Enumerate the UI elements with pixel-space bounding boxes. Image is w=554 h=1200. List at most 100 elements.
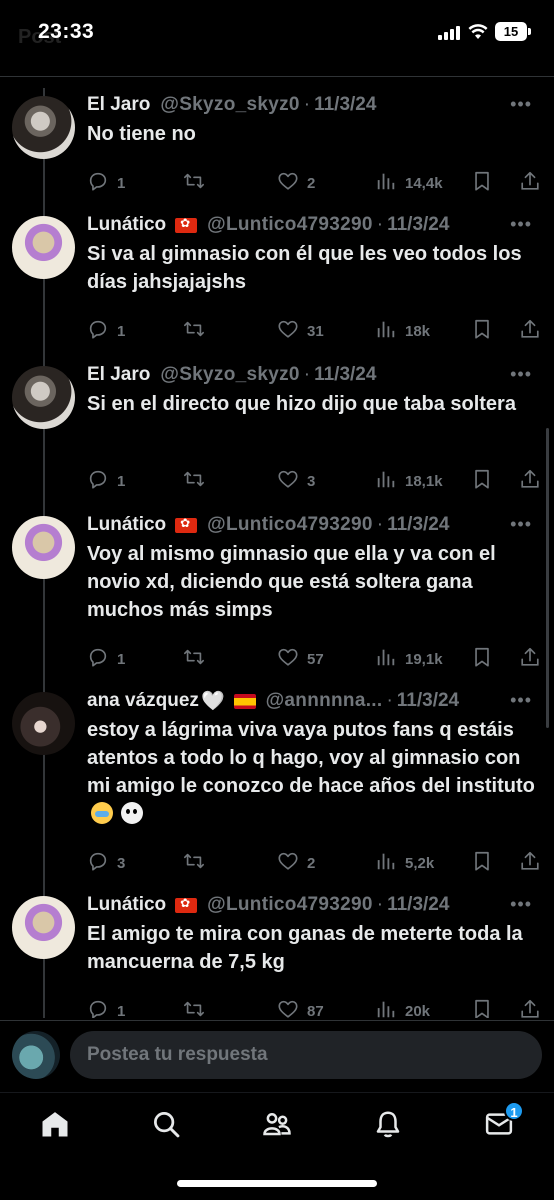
share-icon [519,318,549,344]
display-name[interactable]: Lunático [87,514,166,536]
more-options-icon[interactable]: ••• [510,214,532,235]
tweet[interactable]: El Jaro @Skyzo_skyz0 · 11/3/24 ••• Si en… [0,358,554,490]
nav-search[interactable] [149,1107,183,1141]
more-options-icon[interactable]: ••• [510,894,532,915]
user-handle[interactable]: @annnnna... [266,690,383,712]
user-handle[interactable]: @Luntico4793290 [207,514,373,536]
bookmark-button[interactable] [471,646,501,672]
reply-input[interactable] [70,1031,542,1079]
own-avatar[interactable] [12,1031,60,1079]
tweet-date[interactable]: 11/3/24 [387,514,449,536]
avatar[interactable] [12,692,75,755]
repost-button[interactable] [183,998,213,1018]
reply-button[interactable]: 1 [87,318,125,344]
avatar-image [12,216,75,279]
display-name[interactable]: El Jaro [87,364,150,386]
tweet-date[interactable]: 11/3/24 [314,364,376,386]
tweet-date[interactable]: 11/3/24 [314,94,376,116]
more-options-icon[interactable]: ••• [510,690,532,711]
reply-button[interactable]: 1 [87,170,125,196]
like-button[interactable]: 2 [277,170,315,196]
nav-communities[interactable] [260,1107,294,1141]
repost-button[interactable] [183,850,213,876]
reply-icon [87,850,117,876]
nav-home[interactable] [38,1107,72,1141]
bookmark-button[interactable] [471,170,501,196]
tweet-date[interactable]: 11/3/24 [387,894,449,916]
nav-notifications[interactable] [371,1107,405,1141]
tweet[interactable]: El Jaro @Skyzo_skyz0 · 11/3/24 ••• No ti… [0,88,554,192]
avatar-image [12,366,75,429]
tweet-text: El amigo te mira con ganas de meterte to… [87,920,537,976]
bookmark-button[interactable] [471,318,501,344]
bookmark-button[interactable] [471,998,501,1018]
tweet[interactable]: Lunático @Luntico4793290 · 11/3/24 ••• V… [0,508,554,668]
user-handle[interactable]: @Luntico4793290 [207,894,373,916]
repost-icon [183,850,213,876]
views-button[interactable]: 19,1k [375,646,443,672]
share-button[interactable] [519,850,549,876]
views-button[interactable]: 20k [375,998,430,1018]
tweet-date[interactable]: 11/3/24 [387,214,449,236]
user-handle[interactable]: @Skyzo_skyz0 [160,364,299,386]
views-button[interactable]: 14,4k [375,170,443,196]
share-button[interactable] [519,468,549,494]
like-button[interactable]: 3 [277,468,315,494]
country-flag-icon [175,516,198,533]
views-button[interactable]: 18,1k [375,468,443,494]
like-button[interactable]: 31 [277,318,324,344]
display-name[interactable]: Lunático [87,214,166,236]
tweet[interactable]: Lunático @Luntico4793290 · 11/3/24 ••• E… [0,888,554,1018]
tweet[interactable]: ana vázquez 🤍 @annnnna... · 11/3/24 ••• e… [0,684,554,872]
tweet-actions: 1 31 18k [87,318,542,344]
reply-button[interactable]: 1 [87,468,125,494]
display-name[interactable]: El Jaro [87,94,150,116]
share-button[interactable] [519,646,549,672]
repost-button[interactable] [183,468,213,494]
display-name[interactable]: ana vázquez [87,690,199,712]
views-icon [375,646,405,672]
avatar-image [12,516,75,579]
more-options-icon[interactable]: ••• [510,94,532,115]
bookmark-icon [471,468,501,494]
like-button[interactable]: 57 [277,646,324,672]
avatar[interactable] [12,516,75,579]
share-button[interactable] [519,318,549,344]
tweet-date[interactable]: 11/3/24 [397,690,459,712]
views-button[interactable]: 18k [375,318,430,344]
avatar[interactable] [12,366,75,429]
user-handle[interactable]: @Luntico4793290 [207,214,373,236]
tweet-text-content: No tiene no [87,123,196,145]
views-icon [375,850,405,876]
repost-button[interactable] [183,318,213,344]
avatar[interactable] [12,896,75,959]
share-button[interactable] [519,170,549,196]
display-name[interactable]: Lunático [87,894,166,916]
views-button[interactable]: 5,2k [375,850,434,876]
bookmark-button[interactable] [471,850,501,876]
header-divider [0,76,554,77]
like-button[interactable]: 87 [277,998,324,1018]
skull-emoji-icon [121,802,143,824]
avatar[interactable] [12,216,75,279]
repost-button[interactable] [183,170,213,196]
bookmark-button[interactable] [471,468,501,494]
reply-button[interactable]: 3 [87,850,125,876]
like-count: 87 [307,1002,324,1019]
more-options-icon[interactable]: ••• [510,514,532,535]
tweet-actions: 1 57 19,1k [87,646,542,672]
tweet[interactable]: Lunático @Luntico4793290 · 11/3/24 ••• S… [0,208,554,340]
user-handle[interactable]: @Skyzo_skyz0 [160,94,299,116]
view-count: 5,2k [405,854,435,872]
reply-button[interactable]: 1 [87,646,125,672]
share-button[interactable] [519,998,549,1018]
avatar[interactable] [12,96,75,159]
dot-separator: · [386,690,393,711]
home-indicator[interactable] [177,1180,377,1187]
repost-button[interactable] [183,646,213,672]
tweet-text: Si va al gimnasio con él que les veo tod… [87,240,537,296]
like-button[interactable]: 2 [277,850,315,876]
reply-button[interactable]: 1 [87,998,125,1018]
tweet-text-content: El amigo te mira con ganas de meterte to… [87,923,523,973]
more-options-icon[interactable]: ••• [510,364,532,385]
